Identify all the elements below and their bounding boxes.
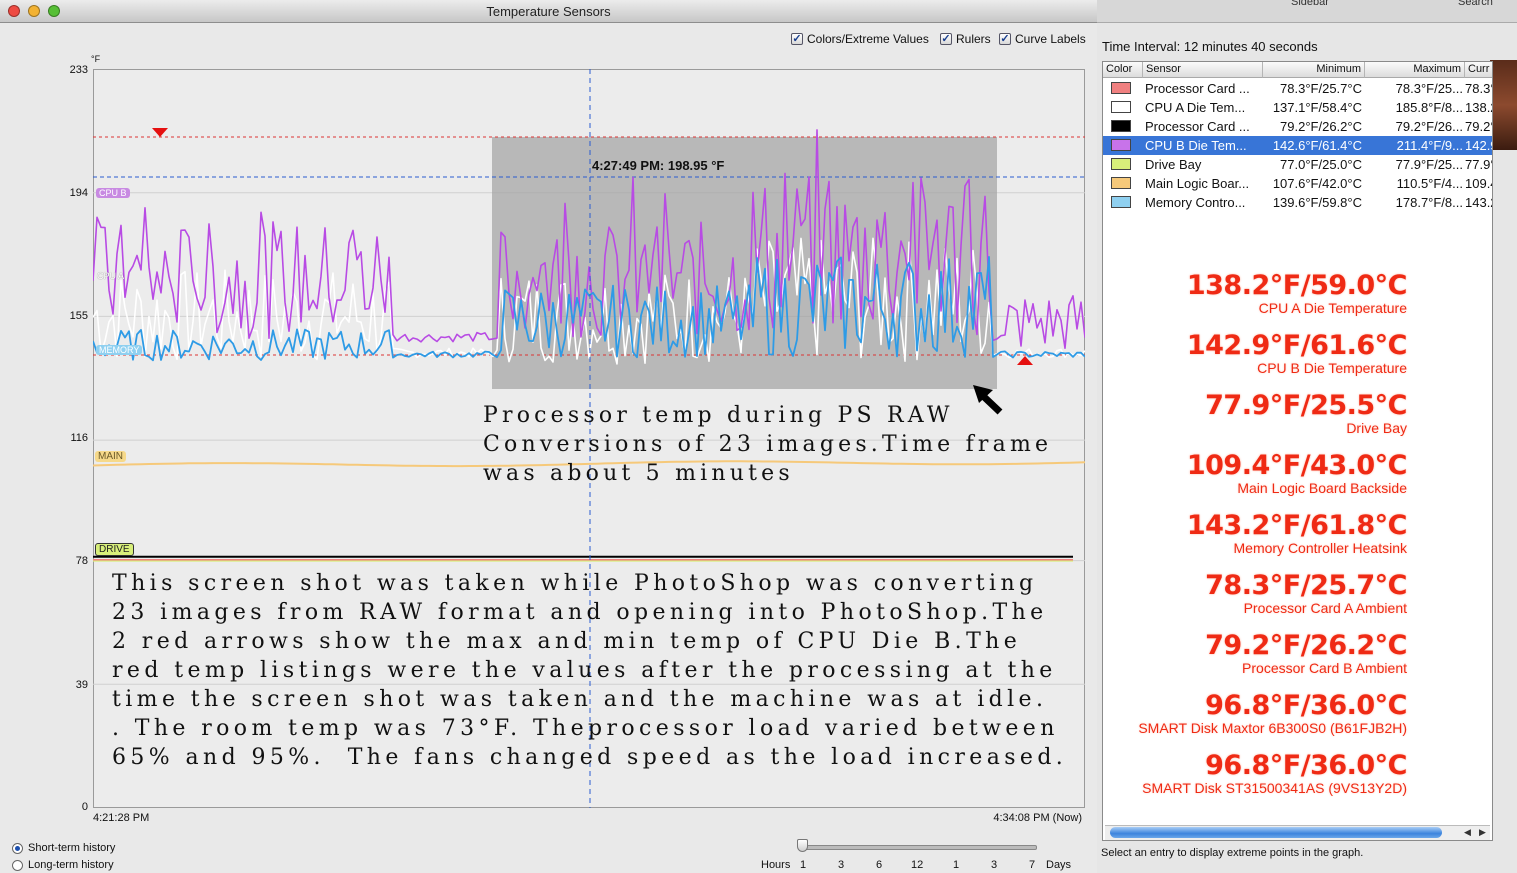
rulers-checkbox[interactable]: ✓ Rulers (940, 31, 991, 47)
annotation-description: This screen shot was taken while PhotoSh… (112, 571, 1068, 770)
readout-label: Main Logic Board Backside (1237, 480, 1407, 496)
y-tick: 116 (70, 432, 88, 444)
scale-tick: 6 (876, 859, 883, 871)
scale-tick: 1 (953, 859, 960, 871)
y-tick: 78 (75, 555, 88, 567)
scale-tick: 3 (838, 859, 845, 871)
title-bar[interactable]: Temperature Sensors (0, 0, 1097, 23)
scale-tick: 7 (1029, 859, 1036, 871)
readout-label: SMART Disk ST31500341AS (9VS13Y2D) (1142, 780, 1407, 796)
readout-value: 109.4°F/43.0°C (1186, 450, 1408, 481)
graph-end-time: 4:34:08 PM (Now) (993, 812, 1082, 824)
window-title: Temperature Sensors (486, 4, 611, 19)
y-tick: 233 (69, 64, 88, 76)
y-tick: 0 (81, 801, 88, 813)
scale-tick: 1 (800, 859, 807, 871)
curve-label-cpu-b: CPU B (96, 188, 130, 198)
readout-label: Memory Controller Heatsink (1233, 540, 1408, 556)
curve-labels-checkbox[interactable]: ✓ Curve Labels (999, 31, 1086, 47)
readout-label: Drive Bay (1346, 420, 1407, 436)
selection-highlight (492, 137, 997, 389)
curve-label-drive: DRIVE (95, 543, 134, 556)
readout-value: 77.9°F/25.5°C (1205, 390, 1407, 421)
background-window-strip: Sidebar Search (1097, 0, 1517, 23)
background-photo (1490, 60, 1517, 150)
curve-label-memory: MEMORY (96, 345, 143, 355)
short-term-history-radio[interactable]: Short-term history (12, 842, 115, 854)
scale-tick: 12 (911, 859, 924, 871)
curve-label-cpu-a: CPU A (97, 271, 125, 281)
history-scale-track[interactable] (803, 845, 1037, 850)
scroll-right-arrow-icon[interactable]: ▶ (1476, 826, 1489, 839)
status-text: Select an entry to display extreme point… (1101, 847, 1364, 859)
sidebar-label: Sidebar (1291, 0, 1329, 8)
y-tick: 155 (69, 310, 88, 322)
annotation-processor-temp: Processor temp during PS RAW Conversions… (483, 403, 1053, 486)
y-axis-unit: °F (91, 54, 101, 64)
graph-start-time: 4:21:28 PM (93, 812, 150, 824)
curve-label-main: MAIN (95, 451, 126, 462)
readout-value: 143.2°F/61.8°C (1186, 510, 1408, 541)
history-scale-slider-thumb[interactable] (797, 839, 808, 852)
readout-value: 79.2°F/26.2°C (1205, 630, 1407, 661)
radio-icon (12, 859, 23, 871)
readout-value: 78.3°F/25.7°C (1205, 570, 1407, 601)
readout-value: 96.8°F/36.0°C (1205, 750, 1407, 781)
checkmark-icon: ✓ (791, 33, 803, 45)
readout-label: CPU A Die Temperature (1258, 300, 1407, 316)
scale-days-label: Days (1046, 859, 1072, 871)
readout-value: 138.2°F/59.0°C (1186, 270, 1408, 301)
readout-label: CPU B Die Temperature (1257, 360, 1407, 376)
scale-tick: 3 (991, 859, 998, 871)
y-tick: 194 (69, 187, 88, 199)
scrollbar-thumb[interactable] (1110, 827, 1442, 838)
scale-hours-label: Hours (761, 859, 791, 871)
sensor-table-view[interactable]: Color Sensor Minimum Maximum Curr Proces… (1102, 61, 1493, 841)
scroll-left-arrow-icon[interactable]: ◀ (1461, 826, 1474, 839)
readout-value: 96.8°F/36.0°C (1205, 690, 1407, 721)
temperature-sensors-window: Temperature Sensors ✓ Colors/Extreme Valu… (0, 0, 1098, 873)
long-term-history-radio[interactable]: Long-term history (12, 859, 114, 871)
readout-label: Processor Card B Ambient (1242, 660, 1407, 676)
time-interval: Time Interval: 12 minutes 40 seconds (1102, 39, 1318, 54)
readout-label: SMART Disk Maxtor 6B300S0 (B61FJB2H) (1138, 720, 1407, 736)
checkmark-icon: ✓ (940, 33, 952, 45)
horizontal-scrollbar[interactable]: ◀ ▶ (1105, 825, 1490, 840)
readout-label: Processor Card A Ambient (1243, 600, 1407, 616)
radio-selected-icon (12, 842, 23, 854)
search-label: Search (1458, 0, 1493, 8)
colors-extreme-values-checkbox[interactable]: ✓ Colors/Extreme Values (791, 31, 929, 47)
y-tick: 39 (75, 679, 88, 691)
readout-value: 142.9°F/61.6°C (1186, 330, 1408, 361)
checkmark-icon: ✓ (999, 33, 1011, 45)
cursor-readout: 4:27:49 PM: 198.95 °F (592, 158, 725, 173)
sensor-readouts: 138.2°F/59.0°C CPU A Die Temperature 142.9… (1103, 62, 1492, 822)
max-marker-icon (152, 128, 168, 137)
